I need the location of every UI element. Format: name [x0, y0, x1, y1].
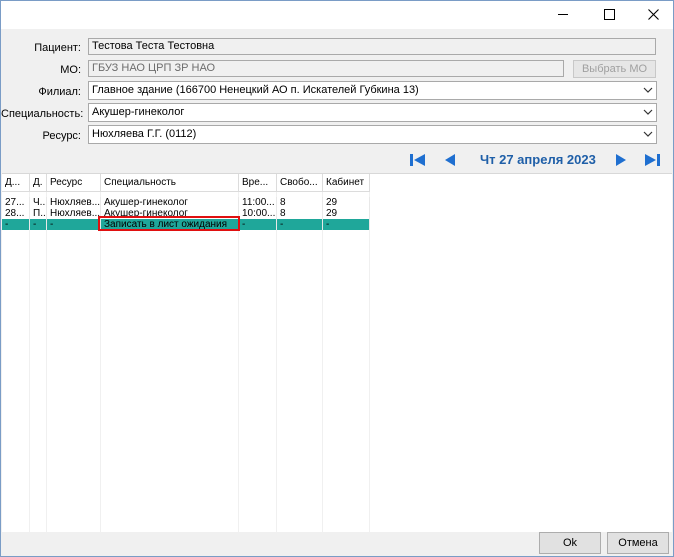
ok-button[interactable]: Ok [539, 532, 601, 554]
mo-field: ГБУЗ НАО ЦРП ЗР НАО [88, 60, 564, 77]
cell-free: - [277, 219, 323, 230]
close-icon [647, 8, 659, 20]
specialty-value: Акушер-гинеколог [92, 106, 185, 118]
branch-combobox[interactable]: Главное здание (166700 Ненецкий АО п. Ис… [88, 81, 657, 100]
specialty-label: Специальность: [1, 108, 84, 120]
column-divider [322, 192, 323, 532]
chevron-down-icon [643, 109, 653, 115]
branch-value: Главное здание (166700 Ненецкий АО п. Ис… [92, 84, 419, 96]
column-divider [276, 192, 277, 532]
next-icon[interactable] [612, 152, 630, 168]
column-divider [29, 192, 30, 532]
cancel-button[interactable]: Отмена [607, 532, 669, 554]
patient-field: Тестова Теста Тестовна [88, 38, 656, 55]
column-header-specialty[interactable]: Специальность [101, 174, 239, 192]
cell-day: П.. [30, 208, 47, 219]
schedule-grid: Д... Д. Ресурс Специальность Вре... Своб… [2, 173, 672, 532]
column-header-day[interactable]: Д. [30, 174, 47, 192]
column-header-cabinet[interactable]: Кабинет [323, 174, 370, 192]
resource-value: Нюхляева Г.Г. (0112) [92, 128, 197, 140]
chevron-down-icon [643, 87, 653, 93]
title-bar [1, 1, 673, 29]
cell-resource: Нюхляев... [47, 197, 101, 208]
cell-cabinet: 29 [323, 208, 370, 219]
mo-label: МО: [60, 64, 81, 76]
cell-date: 27... [2, 197, 30, 208]
current-date: Чт 27 апреля 2023 [480, 152, 596, 167]
cell-date: 28... [2, 208, 30, 219]
minimize-icon [558, 13, 568, 15]
cell-day: Ч.. [30, 197, 47, 208]
column-header-date[interactable]: Д... [2, 174, 30, 192]
column-divider [46, 192, 47, 532]
highlight-frame [98, 216, 240, 231]
cell-cabinet: 29 [323, 197, 370, 208]
column-divider [238, 192, 239, 532]
cell-date: - [2, 219, 30, 230]
column-divider [369, 192, 370, 532]
cell-time: - [239, 219, 277, 230]
cell-resource: Нюхляев... [47, 208, 101, 219]
column-header-time[interactable]: Вре... [239, 174, 277, 192]
cell-cabinet: - [323, 219, 370, 230]
patient-label: Пациент: [34, 42, 81, 54]
resource-combobox[interactable]: Нюхляева Г.Г. (0112) [88, 125, 657, 144]
last-page-icon[interactable] [643, 152, 661, 168]
column-divider [100, 192, 101, 532]
first-page-icon[interactable] [409, 152, 427, 168]
previous-icon[interactable] [441, 152, 459, 168]
maximize-icon [603, 8, 615, 20]
close-button[interactable] [631, 1, 674, 27]
cell-day: - [30, 219, 47, 230]
minimize-button[interactable] [541, 1, 585, 27]
chevron-down-icon [643, 131, 653, 137]
cell-specialty: Акушер-гинеколог [101, 197, 239, 208]
column-header-free[interactable]: Свобо... [277, 174, 323, 192]
select-mo-button[interactable]: Выбрать МО [573, 60, 656, 78]
cell-time: 10:00... [239, 208, 277, 219]
maximize-button[interactable] [587, 1, 631, 27]
column-header-resource[interactable]: Ресурс [47, 174, 101, 192]
branch-label: Филиал: [38, 86, 81, 98]
cell-free: 8 [277, 208, 323, 219]
specialty-combobox[interactable]: Акушер-гинеколог [88, 103, 657, 122]
cell-time: 11:00... [239, 197, 277, 208]
resource-label: Ресурс: [42, 130, 81, 142]
appointment-window: Пациент: Тестова Теста Тестовна МО: ГБУЗ… [0, 0, 674, 557]
cell-free: 8 [277, 197, 323, 208]
cell-resource: - [47, 219, 101, 230]
